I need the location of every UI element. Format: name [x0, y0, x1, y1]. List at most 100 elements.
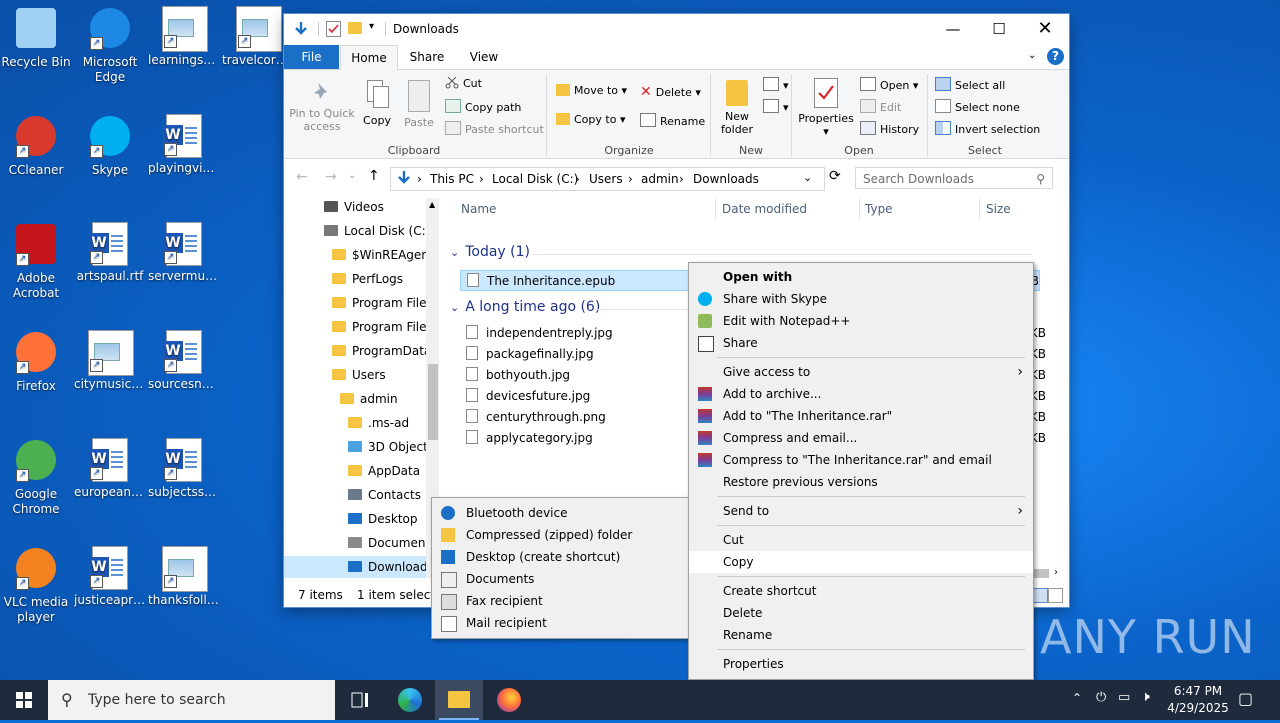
- show-hidden-icons[interactable]: ⌃: [1072, 691, 1082, 705]
- minimize-button[interactable]: —: [930, 14, 976, 44]
- network-icon[interactable]: ▭: [1118, 690, 1130, 705]
- nav-item-desktop[interactable]: Desktop: [284, 508, 438, 530]
- volume-icon[interactable]: 🕨: [1141, 689, 1150, 705]
- nav-item-program-files[interactable]: Program Files: [284, 292, 438, 314]
- menu-item-delete[interactable]: Delete: [689, 602, 1033, 624]
- menu-item-send-to[interactable]: Send to ›: [689, 500, 1033, 522]
- recent-locations-button[interactable]: ⌄: [348, 170, 356, 181]
- column-date-modified[interactable]: Date modified: [722, 202, 807, 216]
- history-button[interactable]: History: [860, 121, 919, 136]
- large-icons-view-icon[interactable]: [1048, 588, 1063, 603]
- breadcrumb-downloads[interactable]: Downloads: [693, 172, 759, 186]
- nav-item-programdata[interactable]: ProgramData: [284, 340, 438, 362]
- refresh-icon[interactable]: ⟳: [829, 168, 841, 184]
- select-all-button[interactable]: Select all: [935, 77, 1005, 92]
- nav-item-videos[interactable]: Videos: [284, 196, 438, 218]
- tab-file[interactable]: File: [284, 45, 339, 69]
- desktop-icon[interactable]: ↗ thanksfollo...: [148, 546, 220, 608]
- nav-item-3d-objects[interactable]: 3D Objects: [284, 436, 438, 458]
- cut-button[interactable]: Cut: [445, 76, 482, 90]
- properties-button[interactable]: Properties ▾: [798, 78, 854, 138]
- menu-item-cut[interactable]: Cut: [689, 529, 1033, 551]
- properties-check-icon[interactable]: [326, 21, 341, 37]
- nav-item-admin[interactable]: admin: [284, 388, 438, 410]
- nav-scrollbar-thumb[interactable]: [428, 364, 438, 440]
- horizontal-scrollbar-thumb[interactable]: [1032, 569, 1049, 578]
- nav-item-documents[interactable]: Documents: [284, 532, 438, 554]
- open-button[interactable]: Open ▾: [860, 77, 918, 92]
- taskbar-search-input[interactable]: ⚲ Type here to search: [48, 680, 335, 720]
- breadcrumb-local-disk[interactable]: Local Disk (C:): [492, 172, 578, 186]
- desktop-icon[interactable]: ↗ europeanh...: [74, 438, 146, 500]
- new-folder-button[interactable]: New folder: [716, 80, 758, 136]
- nav-item-ms-ad[interactable]: .ms-ad: [284, 412, 438, 434]
- menu-item-share[interactable]: Share: [689, 332, 1033, 354]
- desktop-icon[interactable]: ↗ sourcesno.rtf: [148, 330, 220, 392]
- copy-button[interactable]: Copy: [360, 80, 394, 127]
- desktop-icon[interactable]: ↗ Firefox: [0, 330, 72, 394]
- menu-item-compress-and-email[interactable]: Compress and email...: [689, 427, 1033, 449]
- menu-item-compressed-zipped-folder[interactable]: Compressed (zipped) folder: [432, 524, 689, 546]
- back-button[interactable]: ←: [296, 169, 308, 185]
- pin-quick-access-button[interactable]: Pin to Quick access: [288, 80, 356, 133]
- nav-item-local-disk-c[interactable]: Local Disk (C:): [284, 220, 438, 242]
- details-view-icon[interactable]: [1033, 588, 1048, 603]
- menu-item-edit-with-notepad[interactable]: Edit with Notepad++: [689, 310, 1033, 332]
- usb-icon[interactable]: ⏻: [1096, 690, 1106, 705]
- nav-item-program-files[interactable]: Program Files: [284, 316, 438, 338]
- clock[interactable]: 6:47 PM 4/29/2025: [1162, 683, 1234, 717]
- desktop-icon[interactable]: ↗ playingvie...: [148, 114, 220, 176]
- notifications-icon[interactable]: ▢: [1238, 689, 1253, 708]
- menu-item-add-to-the-inheritance-rar[interactable]: Add to "The Inheritance.rar": [689, 405, 1033, 427]
- column-name[interactable]: Name: [461, 202, 496, 216]
- address-dropdown-icon[interactable]: ⌄: [803, 171, 812, 184]
- expand-ribbon-icon[interactable]: ⌄: [1028, 50, 1036, 61]
- menu-item-fax-recipient[interactable]: Fax recipient: [432, 590, 689, 612]
- move-to-button[interactable]: Move to ▾: [556, 84, 627, 97]
- menu-item-restore-previous-versions[interactable]: Restore previous versions: [689, 471, 1033, 493]
- menu-item-documents[interactable]: Documents: [432, 568, 689, 590]
- nav-item-downloads[interactable]: Downloads: [284, 556, 438, 578]
- menu-item-compress-to-the-inheritance-rar-and-email[interactable]: Compress to "The Inheritance.rar" and em…: [689, 449, 1033, 471]
- menu-item-open-with[interactable]: Open with: [689, 266, 1033, 288]
- breadcrumb-this-pc[interactable]: This PC: [430, 172, 474, 186]
- desktop-icon[interactable]: ↗ Microsoft Edge: [74, 6, 146, 85]
- menu-item-copy[interactable]: Copy: [689, 551, 1033, 573]
- column-type[interactable]: Type: [865, 202, 893, 216]
- menu-item-mail-recipient[interactable]: Mail recipient: [432, 612, 689, 634]
- menu-item-rename[interactable]: Rename: [689, 624, 1033, 646]
- menu-item-create-shortcut[interactable]: Create shortcut: [689, 580, 1033, 602]
- menu-item-share-with-skype[interactable]: Share with Skype: [689, 288, 1033, 310]
- maximize-button[interactable]: ☐: [976, 14, 1022, 44]
- menu-item-bluetooth-device[interactable]: Bluetooth device: [432, 502, 689, 524]
- menu-item-desktop-create-shortcut[interactable]: Desktop (create shortcut): [432, 546, 689, 568]
- customize-toolbar-icon[interactable]: ▾: [369, 21, 374, 32]
- up-button[interactable]: ↑: [368, 168, 380, 184]
- forward-button[interactable]: →: [325, 169, 337, 185]
- desktop-icon[interactable]: ↗ artspaul.rtf: [74, 222, 146, 284]
- desktop-icon[interactable]: ↗ servermust...: [148, 222, 220, 284]
- desktop-icon[interactable]: ↗ Google Chrome: [0, 438, 72, 517]
- desktop-icon[interactable]: ↗ learningso...: [148, 6, 220, 68]
- down-arrow-icon[interactable]: [293, 21, 309, 35]
- desktop-icon[interactable]: ↗ justiceapril...: [74, 546, 146, 608]
- menu-item-add-to-archive[interactable]: Add to archive...: [689, 383, 1033, 405]
- copy-to-button[interactable]: Copy to ▾: [556, 113, 625, 126]
- task-view-button[interactable]: [336, 680, 384, 720]
- search-input[interactable]: Search Downloads ⚲: [855, 167, 1053, 189]
- select-none-button[interactable]: Select none: [935, 99, 1020, 114]
- copy-path-button[interactable]: Copy path: [445, 99, 521, 114]
- nav-item-appdata[interactable]: AppData: [284, 460, 438, 482]
- column-size[interactable]: Size: [986, 202, 1011, 216]
- desktop-icon[interactable]: Recycle Bin: [0, 6, 72, 70]
- paste-button[interactable]: Paste: [401, 80, 437, 129]
- menu-item-give-access-to[interactable]: Give access to ›: [689, 361, 1033, 383]
- desktop-icon[interactable]: ↗ VLC media player: [0, 546, 72, 625]
- delete-button[interactable]: ✕ Delete ▾: [640, 84, 701, 100]
- start-button[interactable]: [0, 680, 48, 720]
- paste-shortcut-button[interactable]: Paste shortcut: [445, 121, 544, 136]
- desktop-icon[interactable]: ↗ CCleaner: [0, 114, 72, 178]
- group-header[interactable]: ⌄ Today (1): [450, 244, 530, 260]
- nav-item-users[interactable]: Users: [284, 364, 438, 386]
- new-folder-icon[interactable]: [348, 22, 362, 34]
